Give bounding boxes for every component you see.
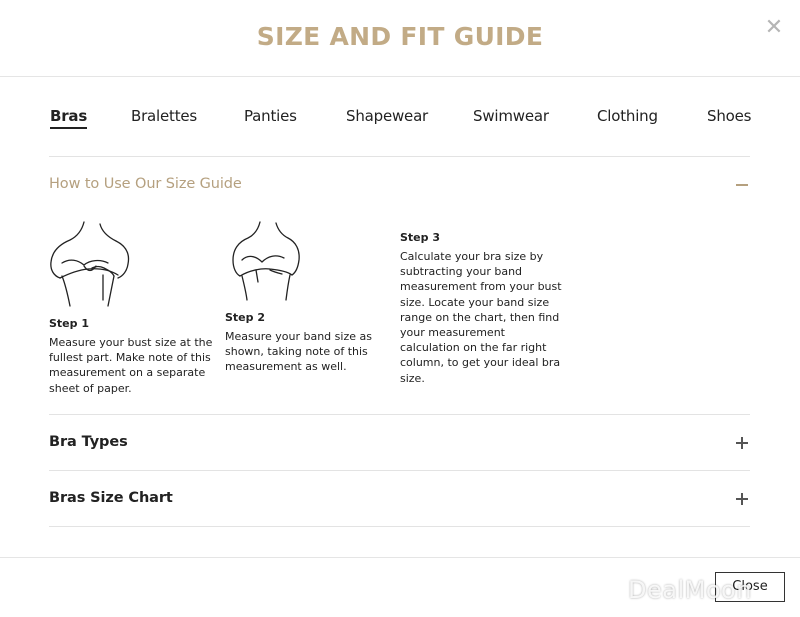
step-2-line: measurement as well. [225, 360, 347, 374]
accordion-title-how-to-use[interactable]: How to Use Our Size Guide [49, 176, 242, 192]
tab-panties[interactable]: Panties [244, 107, 297, 125]
band-measure-illustration [232, 221, 300, 301]
step-3-line: size. Locate your band size [400, 295, 550, 309]
tab-shapewear[interactable]: Shapewear [346, 107, 428, 125]
watermark-logo: DealMoon [628, 576, 752, 604]
divider [49, 526, 750, 527]
tab-bralettes[interactable]: Bralettes [131, 107, 197, 125]
step-3-line: measurement from your bust [400, 280, 562, 294]
step-3-line: calculation on the far right [400, 341, 547, 355]
tab-bras[interactable]: Bras [50, 107, 87, 129]
step-3-line: size. [400, 371, 425, 385]
step-3-line: your measurement [400, 326, 505, 340]
accordion-title-bra-types[interactable]: Bra Types [49, 434, 128, 450]
tab-shoes[interactable]: Shoes [707, 107, 751, 125]
expand-icon[interactable] [735, 491, 751, 507]
tab-swimwear[interactable]: Swimwear [473, 107, 549, 125]
step-3-label: Step 3 [400, 231, 440, 244]
step-2-line: shown, taking note of this [225, 345, 368, 359]
tab-clothing[interactable]: Clothing [597, 107, 658, 125]
step-1-line: Measure your bust size at the [49, 336, 213, 349]
modal-title: SIZE AND FIT GUIDE [256, 22, 544, 51]
divider [49, 470, 750, 471]
step-1-line: measurement on a separate [49, 366, 206, 380]
divider [49, 156, 750, 157]
step-2-text: Measure your band size as shown, taking … [225, 329, 372, 375]
step-3-line: subtracting your band [400, 265, 523, 279]
step-3-line: range on the chart, then find [400, 310, 560, 324]
step-3-line: Calculate your bra size by [400, 250, 544, 263]
expand-icon[interactable] [735, 435, 751, 451]
accordion-title-bras-size-chart[interactable]: Bras Size Chart [49, 490, 173, 506]
step-3-line: column, to get your ideal bra [400, 356, 561, 370]
step-1-line: sheet of paper. [49, 381, 132, 395]
modal-header: SIZE AND FIT GUIDE ✕ [0, 0, 800, 77]
close-icon[interactable]: ✕ [762, 16, 786, 40]
divider [49, 414, 750, 415]
collapse-icon[interactable] [735, 177, 751, 193]
step-2-label: Step 2 [225, 311, 265, 324]
bust-measure-illustration [50, 221, 130, 307]
step-3-text: Calculate your bra size by subtracting y… [400, 249, 562, 386]
category-tabs: Bras Bralettes Panties Shapewear Swimwea… [49, 107, 751, 131]
step-1-text: Measure your bust size at the fullest pa… [49, 335, 212, 396]
step-1-line: fullest part. Make note of this [49, 351, 211, 365]
step-1-label: Step 1 [49, 317, 89, 330]
step-2-line: Measure your band size as [225, 330, 372, 343]
